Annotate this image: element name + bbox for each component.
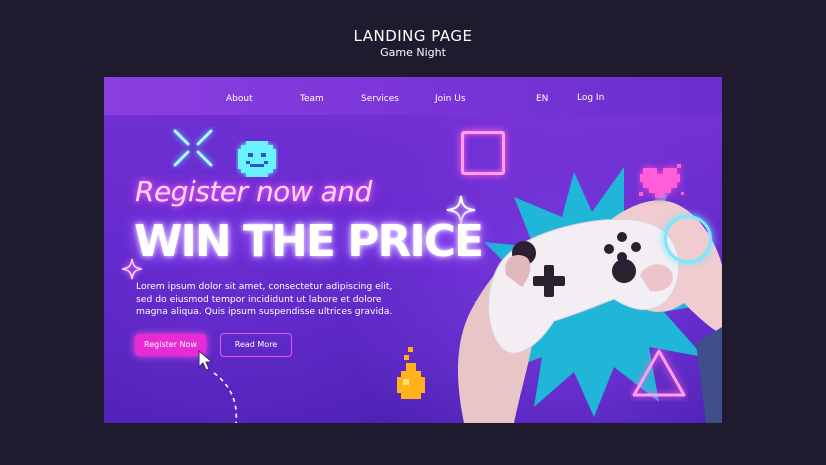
login-link[interactable]: Log In — [577, 93, 604, 103]
page-header-title: LANDING PAGE — [353, 27, 473, 45]
nav-item-join-us[interactable]: Join Us — [435, 94, 466, 104]
hero-headline-main: WIN THE PRICE — [134, 216, 484, 267]
hero-description-line: Lorem ipsum dolor sit amet, consectetur … — [136, 281, 393, 292]
cursor-icon — [198, 349, 238, 423]
triangle-outline-icon — [632, 349, 686, 397]
hero-description-line: sed do eiusmod tempor incididunt ut labo… — [136, 293, 382, 305]
landing-page-mockup: About Team Services Join Us EN Log In Re… — [104, 77, 722, 423]
language-selector[interactable]: EN — [536, 94, 548, 104]
x-icon — [173, 129, 213, 167]
smiley-icon — [238, 141, 276, 177]
hero-description: Lorem ipsum dolor sit amet, consectetur … — [136, 281, 426, 319]
nav-item-about[interactable]: About — [226, 94, 253, 104]
potion-icon — [397, 347, 425, 399]
nav-item-services[interactable]: Services — [361, 94, 399, 104]
nav-item-team[interactable]: Team — [300, 94, 324, 104]
page-header-subtitle: Game Night — [380, 46, 446, 59]
heart-icon — [639, 164, 684, 198]
square-outline-icon — [461, 131, 505, 175]
circle-outline-icon — [664, 215, 712, 263]
hero-headline-top: Register now and — [135, 175, 372, 208]
top-navbar — [104, 77, 722, 115]
hero-description-line: magna aliqua. Quis ipsum suspendisse ult… — [136, 306, 393, 317]
